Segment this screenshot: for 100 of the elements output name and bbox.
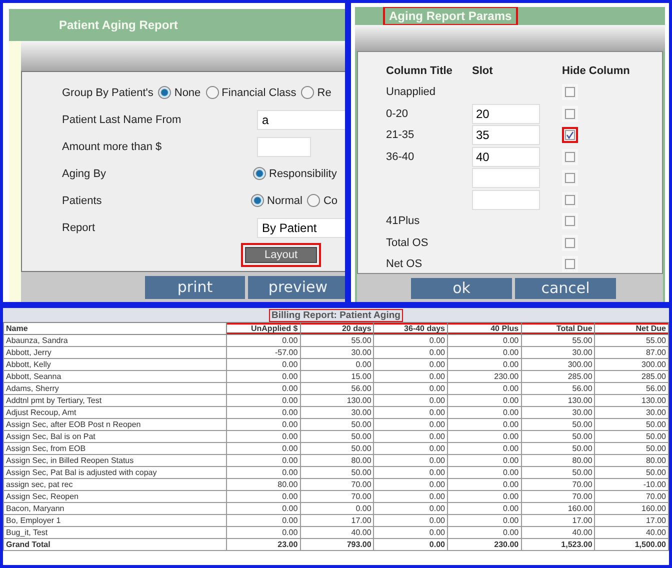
table-cell: 0.00 bbox=[226, 442, 300, 454]
hide-checkbox[interactable] bbox=[562, 148, 578, 165]
column-title: Unapplied bbox=[386, 86, 437, 98]
table-cell: 70.00 bbox=[594, 490, 668, 502]
table-cell: 80.00 bbox=[300, 454, 374, 466]
table-cell: Assign Sec, Reopen bbox=[4, 490, 226, 502]
table-cell: 0.00 bbox=[447, 490, 522, 502]
radio-label: Normal bbox=[267, 194, 302, 206]
table-cell: 56.00 bbox=[300, 382, 374, 394]
table-cell: 50.00 bbox=[594, 418, 668, 430]
table-cell: 0.00 bbox=[447, 406, 522, 418]
table-cell: assign sec, pat rec bbox=[4, 478, 226, 490]
table-cell: 0.00 bbox=[226, 370, 300, 382]
table-cell: 70.00 bbox=[300, 478, 374, 490]
hide-checkbox[interactable] bbox=[562, 106, 578, 122]
table-cell: 50.00 bbox=[300, 442, 374, 454]
table-cell: 0.00 bbox=[374, 502, 448, 514]
slot-field[interactable]: 35 bbox=[472, 125, 540, 146]
table-cell: 50.00 bbox=[521, 418, 595, 430]
table-cell: 0.00 bbox=[226, 334, 300, 346]
table-cell: Assign Sec, after EOB Post n Reopen bbox=[4, 418, 226, 430]
column-header: 40 Plus bbox=[447, 322, 522, 334]
table-cell: 300.00 bbox=[594, 358, 668, 370]
total-cell: 793.00 bbox=[300, 538, 374, 550]
table-cell: -10.00 bbox=[594, 478, 668, 490]
table-cell: 40.00 bbox=[594, 526, 668, 538]
radio-button[interactable] bbox=[251, 194, 264, 207]
hide-checkbox[interactable] bbox=[562, 192, 578, 208]
hide-checkbox[interactable] bbox=[562, 256, 578, 272]
table-cell: 30.00 bbox=[594, 406, 668, 418]
table-cell: 0.00 bbox=[374, 334, 448, 346]
hide-checkbox[interactable] bbox=[562, 170, 578, 186]
slot-field[interactable] bbox=[472, 168, 540, 188]
hide-checkbox[interactable] bbox=[562, 234, 578, 251]
table-cell: 17.00 bbox=[594, 514, 668, 526]
table-cell: 230.00 bbox=[447, 370, 522, 382]
column-header: Hide Column bbox=[562, 64, 631, 77]
table-cell: 0.00 bbox=[300, 358, 374, 370]
radio-label: Financial Class bbox=[222, 86, 296, 98]
radio-button[interactable] bbox=[307, 194, 320, 207]
table-cell: 0.00 bbox=[447, 526, 522, 538]
table-cell: 0.00 bbox=[374, 406, 448, 418]
table-cell: 0.00 bbox=[447, 346, 522, 358]
radio-button[interactable] bbox=[206, 86, 219, 99]
input-field[interactable] bbox=[257, 136, 311, 156]
table-cell: 0.00 bbox=[447, 466, 522, 478]
table-cell: 0.00 bbox=[374, 490, 448, 502]
radio-button[interactable] bbox=[253, 167, 266, 180]
table-cell: 0.00 bbox=[447, 514, 522, 526]
hide-checkbox[interactable] bbox=[562, 84, 578, 100]
field-label: Report bbox=[62, 222, 96, 234]
table-cell: 50.00 bbox=[300, 466, 374, 478]
radio-label: None bbox=[174, 86, 201, 98]
table-cell: 17.00 bbox=[521, 514, 595, 526]
table-cell: -57.00 bbox=[226, 346, 300, 358]
slot-field[interactable] bbox=[472, 190, 540, 210]
table-cell: 0.00 bbox=[226, 430, 300, 442]
table-cell: 17.00 bbox=[300, 514, 374, 526]
radio-label: Co bbox=[323, 194, 338, 206]
table-cell: 130.00 bbox=[300, 394, 374, 406]
table-cell: 55.00 bbox=[594, 334, 668, 346]
table-cell: 0.00 bbox=[447, 430, 522, 442]
preview-button[interactable]: preview bbox=[248, 276, 345, 299]
table-cell: 0.00 bbox=[447, 394, 522, 406]
hide-checkbox[interactable] bbox=[562, 127, 578, 144]
column-header: Slot bbox=[472, 64, 494, 77]
radio-button[interactable] bbox=[158, 86, 172, 99]
print-button[interactable]: print bbox=[145, 276, 245, 299]
table-cell: 80.00 bbox=[226, 478, 300, 490]
table-cell: 55.00 bbox=[521, 334, 595, 346]
column-header: UnApplied $ bbox=[226, 322, 300, 334]
table-cell: 30.00 bbox=[300, 346, 374, 358]
table-cell: Addtnl pmt by Tertiary, Test bbox=[4, 394, 226, 406]
table-cell: Assign Sec, from EOB bbox=[4, 442, 226, 454]
column-title: 0-20 bbox=[386, 108, 410, 120]
table-cell: 30.00 bbox=[521, 406, 595, 418]
table-cell: 130.00 bbox=[594, 394, 668, 406]
slot-field[interactable]: 40 bbox=[472, 146, 540, 167]
total-cell: 0.00 bbox=[374, 538, 448, 550]
cancel-button[interactable]: cancel bbox=[515, 278, 616, 299]
ok-button[interactable]: ok bbox=[411, 278, 512, 299]
slot-field[interactable]: 20 bbox=[472, 104, 540, 124]
table-cell: 50.00 bbox=[521, 430, 595, 442]
select-field[interactable]: By Patient bbox=[257, 218, 345, 238]
radio-button[interactable] bbox=[301, 86, 314, 99]
hide-checkbox[interactable] bbox=[562, 213, 578, 230]
layout-button[interactable]: Layout bbox=[241, 242, 321, 266]
table-cell: 70.00 bbox=[300, 490, 374, 502]
table-cell: 0.00 bbox=[226, 394, 300, 406]
table-cell: 40.00 bbox=[300, 526, 374, 538]
table-cell: 0.00 bbox=[226, 454, 300, 466]
field-label: Patient Last Name From bbox=[62, 114, 182, 126]
table-cell: 30.00 bbox=[521, 346, 595, 358]
table-cell: 50.00 bbox=[594, 430, 668, 442]
input-field[interactable]: a bbox=[257, 110, 345, 130]
report-title: Billing Report: Patient Aging bbox=[270, 310, 402, 320]
table-cell: Bug_it, Test bbox=[4, 526, 226, 538]
total-cell: 23.00 bbox=[226, 538, 300, 550]
table-cell: 285.00 bbox=[521, 370, 595, 382]
total-cell: 230.00 bbox=[447, 538, 522, 550]
